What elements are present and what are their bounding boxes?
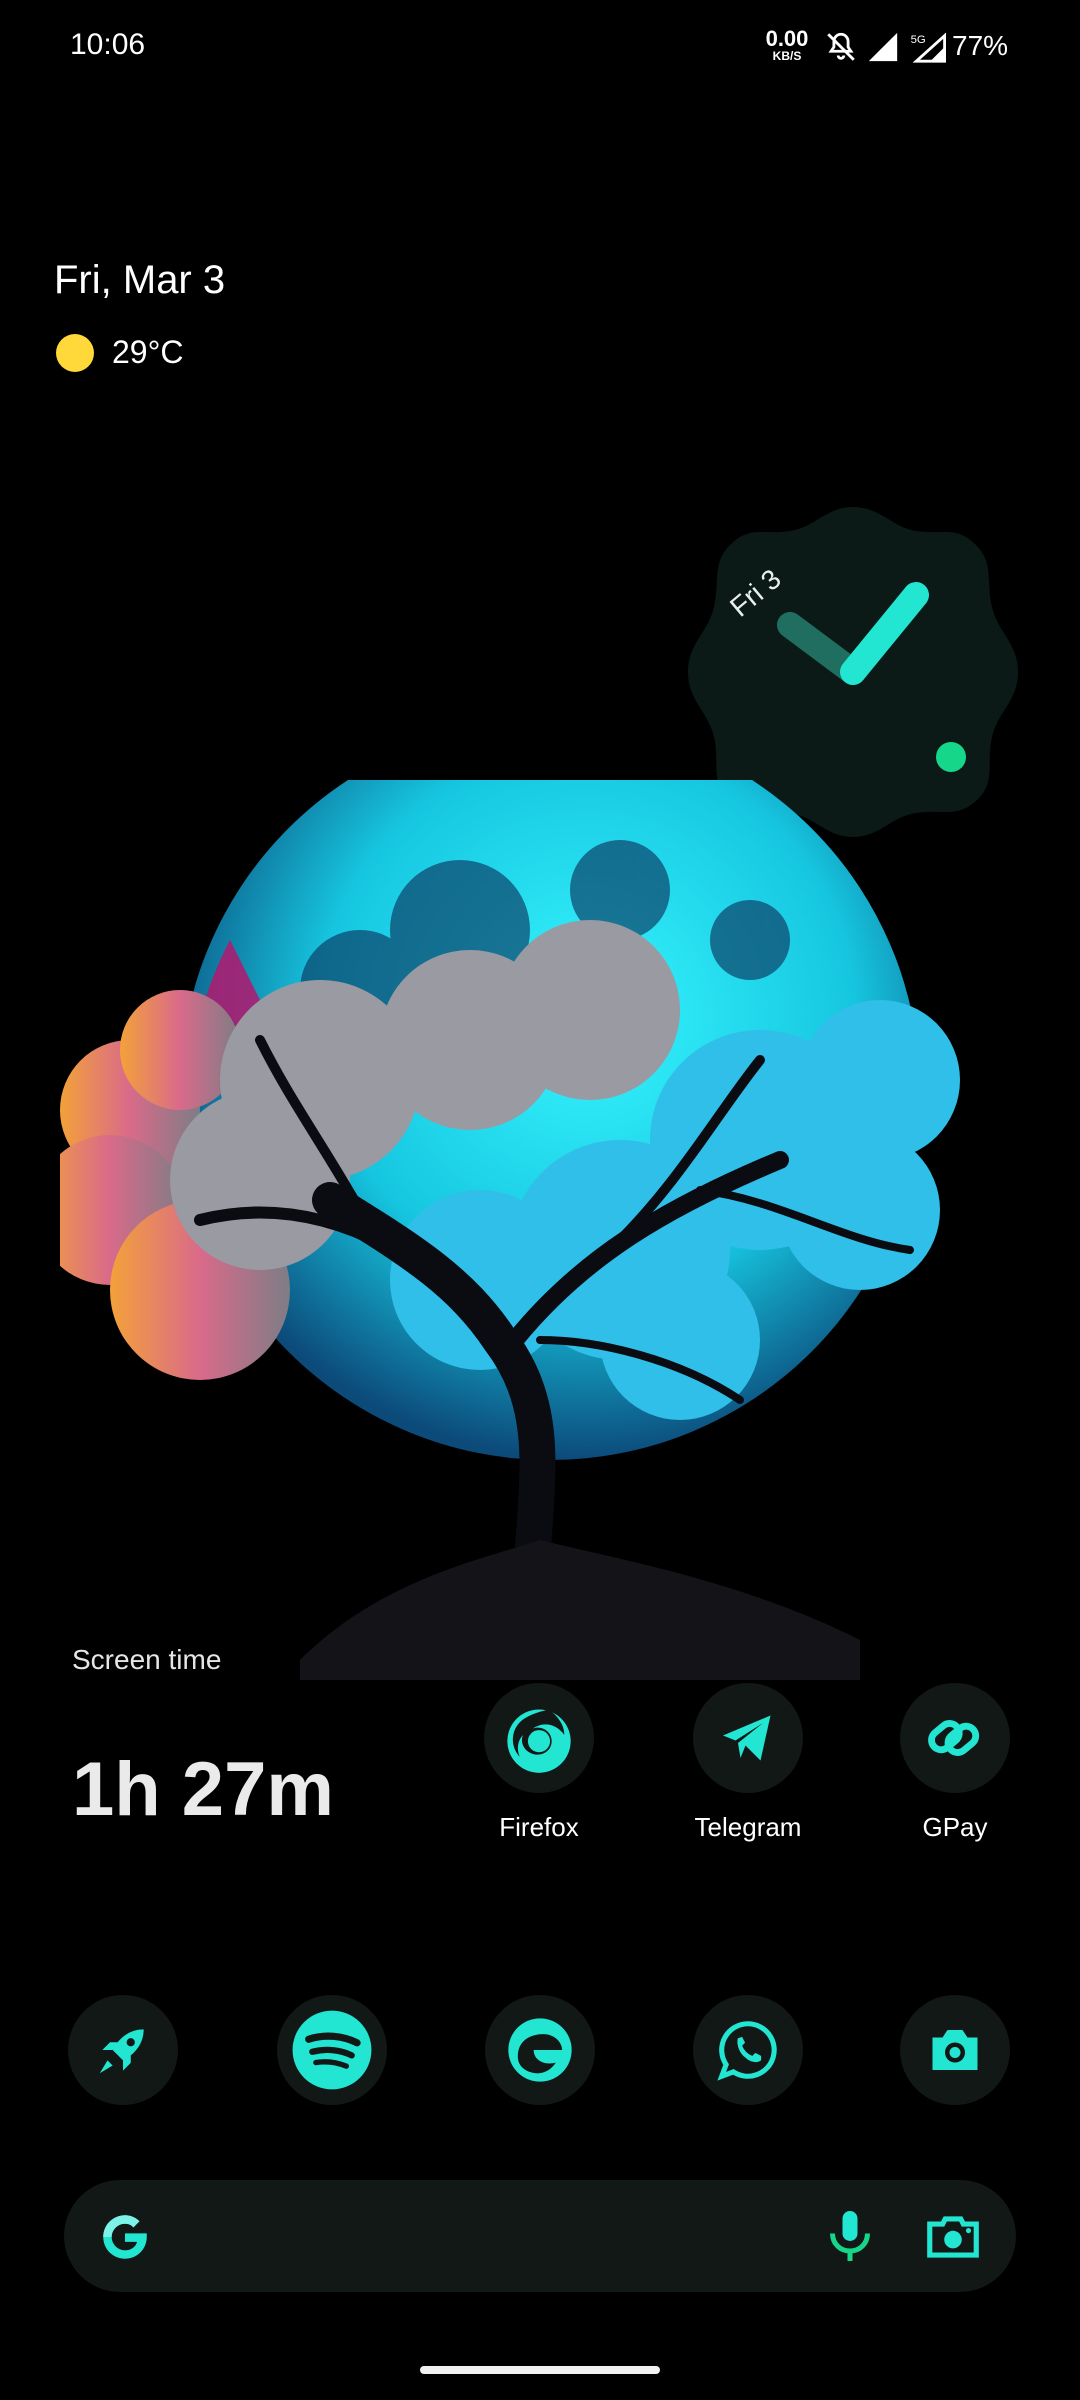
rocket-icon — [99, 2029, 144, 2074]
mic-icon[interactable] — [820, 2206, 880, 2266]
network-type: 5G — [911, 34, 926, 46]
whatsapp-icon — [717, 2021, 777, 2081]
camera-app-icon[interactable] — [900, 1995, 1010, 2105]
lens-icon[interactable] — [922, 2206, 984, 2268]
status-time: 10:06 — [70, 28, 146, 61]
google-search-bar[interactable] — [64, 2180, 1016, 2292]
spotify-app-icon[interactable] — [277, 1995, 387, 2105]
signal-icon — [868, 32, 898, 62]
telegram-app-icon[interactable] — [693, 1683, 803, 1793]
glance-date[interactable]: Fri, Mar 3 — [54, 258, 225, 303]
network-speed: 0.00 KB/S — [758, 26, 816, 63]
screen-time-value[interactable]: 1h 27m — [72, 1746, 334, 1833]
app-label-gpay: GPay — [922, 1812, 988, 1842]
spotify-icon — [292, 2010, 372, 2090]
signal-5g-icon: 5G — [911, 32, 946, 63]
firefox-app-icon[interactable] — [484, 1683, 594, 1793]
app-label-firefox: Firefox — [499, 1812, 579, 1842]
gpay-app-icon[interactable] — [900, 1683, 1010, 1793]
edge-app-icon[interactable] — [485, 1995, 595, 2105]
google-icon[interactable] — [96, 2208, 154, 2266]
rocket-app-icon[interactable] — [68, 1995, 178, 2105]
gpay-icon — [928, 1720, 980, 1756]
status-bar: 10:06 0.00 KB/S 5G 77% — [0, 0, 1080, 100]
sun-icon — [56, 334, 94, 372]
whatsapp-app-icon[interactable] — [693, 1995, 803, 2105]
temperature: 29°C — [112, 334, 184, 370]
gesture-nav-handle[interactable] — [420, 2366, 660, 2374]
network-speed-value: 0.00 — [765, 26, 809, 51]
mute-icon — [827, 32, 855, 61]
network-speed-unit: KB/S — [772, 49, 802, 63]
telegram-icon — [723, 1715, 771, 1761]
second-dot — [936, 742, 966, 772]
firefox-icon — [507, 1709, 571, 1773]
camera-icon — [932, 2030, 978, 2070]
wallpaper-tree-moon — [60, 780, 960, 1680]
screen-time-label: Screen time — [72, 1644, 222, 1675]
battery-level: 77% — [952, 30, 1009, 61]
app-label-telegram: Telegram — [694, 1812, 802, 1842]
edge-icon — [508, 2018, 572, 2082]
